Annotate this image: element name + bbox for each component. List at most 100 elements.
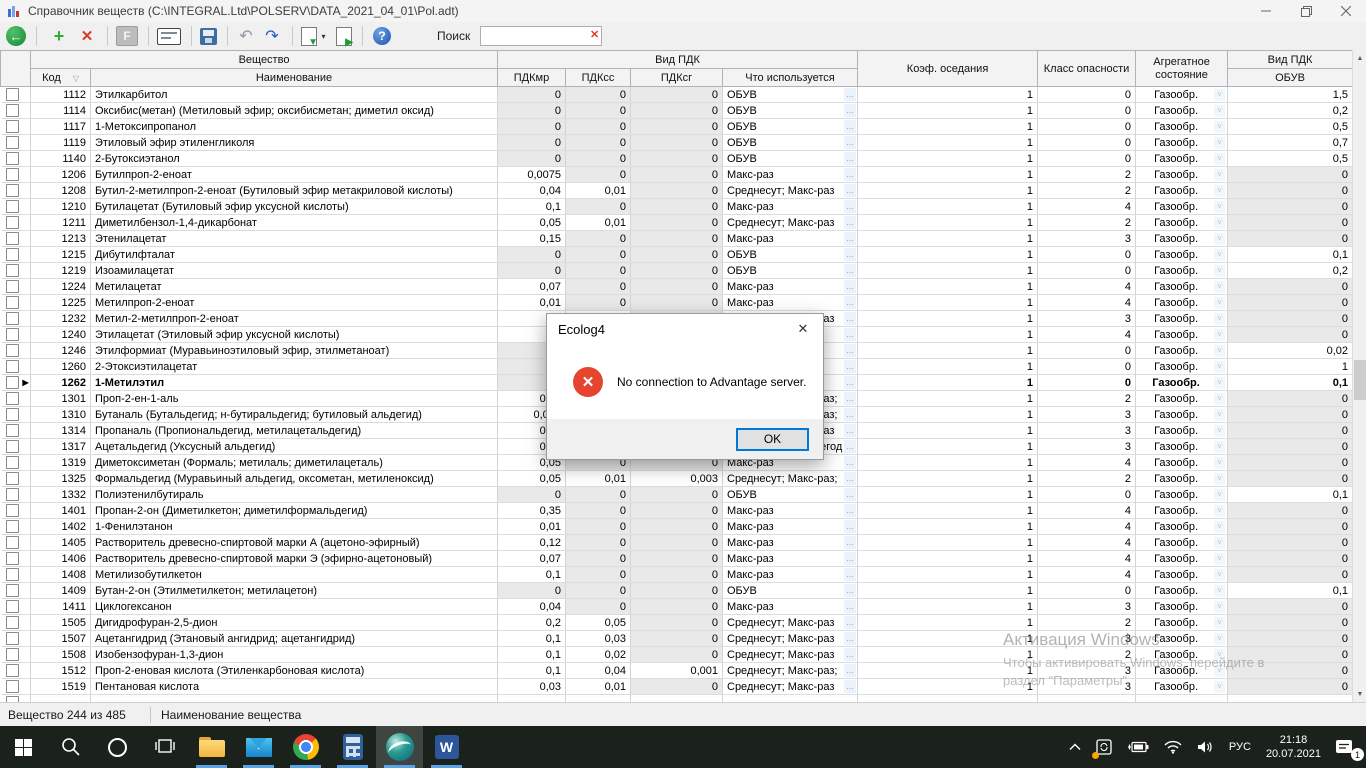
chevron-down-icon[interactable]: ˅ — [1214, 569, 1225, 581]
usage-cell[interactable]: Среднесут; Макс-раз... — [723, 679, 858, 695]
chevron-down-icon[interactable]: ˅ — [1214, 617, 1225, 629]
ellipsis-button[interactable]: ... — [844, 520, 856, 533]
code-cell[interactable]: 1402 — [31, 519, 91, 535]
obuv-cell[interactable] — [1228, 695, 1352, 703]
hazard-class-cell[interactable]: 4 — [1038, 551, 1136, 567]
obuv-cell[interactable]: 0 — [1228, 663, 1352, 679]
table-row[interactable]: 1224Метилацетат0,0700Макс-раз...14Газооб… — [1, 279, 1353, 295]
row-checkbox[interactable] — [6, 456, 19, 469]
state-cell[interactable]: Газообр.˅ — [1136, 487, 1228, 503]
row-select-cell[interactable] — [1, 631, 31, 647]
name-cell[interactable]: Этиловый эфир этиленгликоля — [91, 135, 498, 151]
table-row[interactable]: 1519Пентановая кислота0,030,010Среднесут… — [1, 679, 1353, 695]
code-cell[interactable]: 1332 — [31, 487, 91, 503]
name-cell[interactable]: Ацетальдегид (Уксусный альдегид) — [91, 439, 498, 455]
koef-cell[interactable]: 1 — [858, 503, 1038, 519]
battery-button[interactable] — [1120, 726, 1156, 768]
ellipsis-button[interactable]: ... — [844, 536, 856, 549]
obuv-cell[interactable]: 0 — [1228, 231, 1352, 247]
pdkmr-cell[interactable]: 0,35 — [498, 503, 566, 519]
chevron-down-icon[interactable]: ˅ — [1214, 665, 1225, 677]
row-select-cell[interactable]: ▶ — [1, 375, 31, 391]
pdkmr-cell[interactable]: 0,1 — [498, 631, 566, 647]
state-cell[interactable]: Газообр.˅ — [1136, 391, 1228, 407]
name-cell[interactable]: Этилкарбитол — [91, 87, 498, 103]
back-button[interactable]: ← — [6, 26, 26, 46]
ellipsis-button[interactable]: ... — [844, 344, 856, 357]
volume-button[interactable] — [1190, 726, 1222, 768]
hazard-class-cell[interactable]: 0 — [1038, 135, 1136, 151]
row-select-cell[interactable] — [1, 343, 31, 359]
obuv-cell[interactable]: 0 — [1228, 327, 1352, 343]
obuv-cell[interactable]: 0,2 — [1228, 103, 1352, 119]
name-cell[interactable]: Пропаналь (Пропиональдегид, метилацеталь… — [91, 423, 498, 439]
pdksg-cell[interactable]: 0 — [631, 167, 723, 183]
card-view-button[interactable] — [157, 28, 181, 45]
pdkss-cell[interactable]: 0,05 — [566, 615, 631, 631]
hazard-class-cell[interactable]: 0 — [1038, 375, 1136, 391]
ellipsis-button[interactable]: ... — [844, 376, 856, 389]
code-cell[interactable]: 1208 — [31, 183, 91, 199]
state-cell[interactable]: Газообр.˅ — [1136, 231, 1228, 247]
row-select-cell[interactable] — [1, 215, 31, 231]
obuv-cell[interactable]: 0 — [1228, 279, 1352, 295]
code-cell[interactable]: 1411 — [31, 599, 91, 615]
row-select-cell[interactable] — [1, 327, 31, 343]
state-cell[interactable]: Газообр.˅ — [1136, 519, 1228, 535]
row-select-cell[interactable] — [1, 423, 31, 439]
pdkmr-cell[interactable]: 0,01 — [498, 519, 566, 535]
row-select-cell[interactable] — [1, 551, 31, 567]
code-cell[interactable]: 1206 — [31, 167, 91, 183]
row-select-cell[interactable] — [1, 263, 31, 279]
row-checkbox[interactable] — [6, 616, 19, 629]
chevron-down-icon[interactable]: ˅ — [1214, 473, 1225, 485]
chevron-down-icon[interactable]: ˅ — [1214, 297, 1225, 309]
row-select-cell[interactable] — [1, 247, 31, 263]
state-cell[interactable]: Газообр.˅ — [1136, 103, 1228, 119]
hazard-class-cell[interactable]: 4 — [1038, 503, 1136, 519]
redo-button[interactable]: ↷ — [262, 26, 282, 46]
name-cell[interactable]: Бутилацетат (Бутиловый эфир уксусной кис… — [91, 199, 498, 215]
koef-cell[interactable]: 1 — [858, 455, 1038, 471]
ellipsis-button[interactable]: ... — [844, 632, 856, 645]
koef-cell[interactable]: 1 — [858, 103, 1038, 119]
chevron-down-icon[interactable]: ˅ — [1214, 121, 1225, 133]
table-row[interactable]: 1219Изоамилацетат000ОБУВ...10Газообр.˅0,… — [1, 263, 1353, 279]
pdkmr-cell[interactable]: 0,2 — [498, 615, 566, 631]
row-select-cell[interactable] — [1, 231, 31, 247]
usage-cell[interactable]: Макс-раз... — [723, 519, 858, 535]
obuv-cell[interactable]: 0 — [1228, 567, 1352, 583]
name-cell[interactable]: 2-Бутоксиэтанол — [91, 151, 498, 167]
ellipsis-button[interactable]: ... — [844, 232, 856, 245]
state-cell[interactable]: Газообр.˅ — [1136, 215, 1228, 231]
language-button[interactable]: РУС — [1222, 726, 1258, 768]
koef-cell[interactable]: 1 — [858, 647, 1038, 663]
name-cell[interactable] — [91, 695, 498, 703]
pdksg-cell[interactable]: 0 — [631, 503, 723, 519]
chevron-down-icon[interactable]: ˅ — [1214, 681, 1225, 693]
pdkmr-cell[interactable]: 0,05 — [498, 471, 566, 487]
table-row[interactable]: 1408Метилизобутилкетон0,100Макс-раз...14… — [1, 567, 1353, 583]
chevron-down-icon[interactable]: ˅ — [1214, 137, 1225, 149]
obuv-cell[interactable]: 0 — [1228, 167, 1352, 183]
code-cell[interactable]: 1508 — [31, 647, 91, 663]
code-cell[interactable]: 1225 — [31, 295, 91, 311]
obuv-cell[interactable]: 0,1 — [1228, 247, 1352, 263]
pdksg-cell[interactable]: 0 — [631, 87, 723, 103]
row-select-cell[interactable] — [1, 311, 31, 327]
table-row[interactable]: 1411Циклогексанон0,0400Макс-раз...13Газо… — [1, 599, 1353, 615]
pdkss-cell[interactable]: 0 — [566, 551, 631, 567]
pdkmr-cell[interactable]: 0 — [498, 151, 566, 167]
hazard-class-cell[interactable]: 3 — [1038, 311, 1136, 327]
chevron-down-icon[interactable]: ˅ — [1214, 425, 1225, 437]
minimize-button[interactable] — [1246, 0, 1286, 22]
ellipsis-button[interactable]: ... — [844, 664, 856, 677]
name-cell[interactable]: Метил-2-метилпроп-2-еноат — [91, 311, 498, 327]
state-cell[interactable]: Газообр.˅ — [1136, 631, 1228, 647]
pdkss-cell[interactable]: 0 — [566, 263, 631, 279]
code-cell[interactable]: 1314 — [31, 423, 91, 439]
column-header-pdkss[interactable]: ПДКсс — [566, 69, 631, 87]
row-checkbox[interactable] — [6, 472, 19, 485]
chevron-down-icon[interactable]: ˅ — [1214, 537, 1225, 549]
row-select-cell[interactable] — [1, 359, 31, 375]
